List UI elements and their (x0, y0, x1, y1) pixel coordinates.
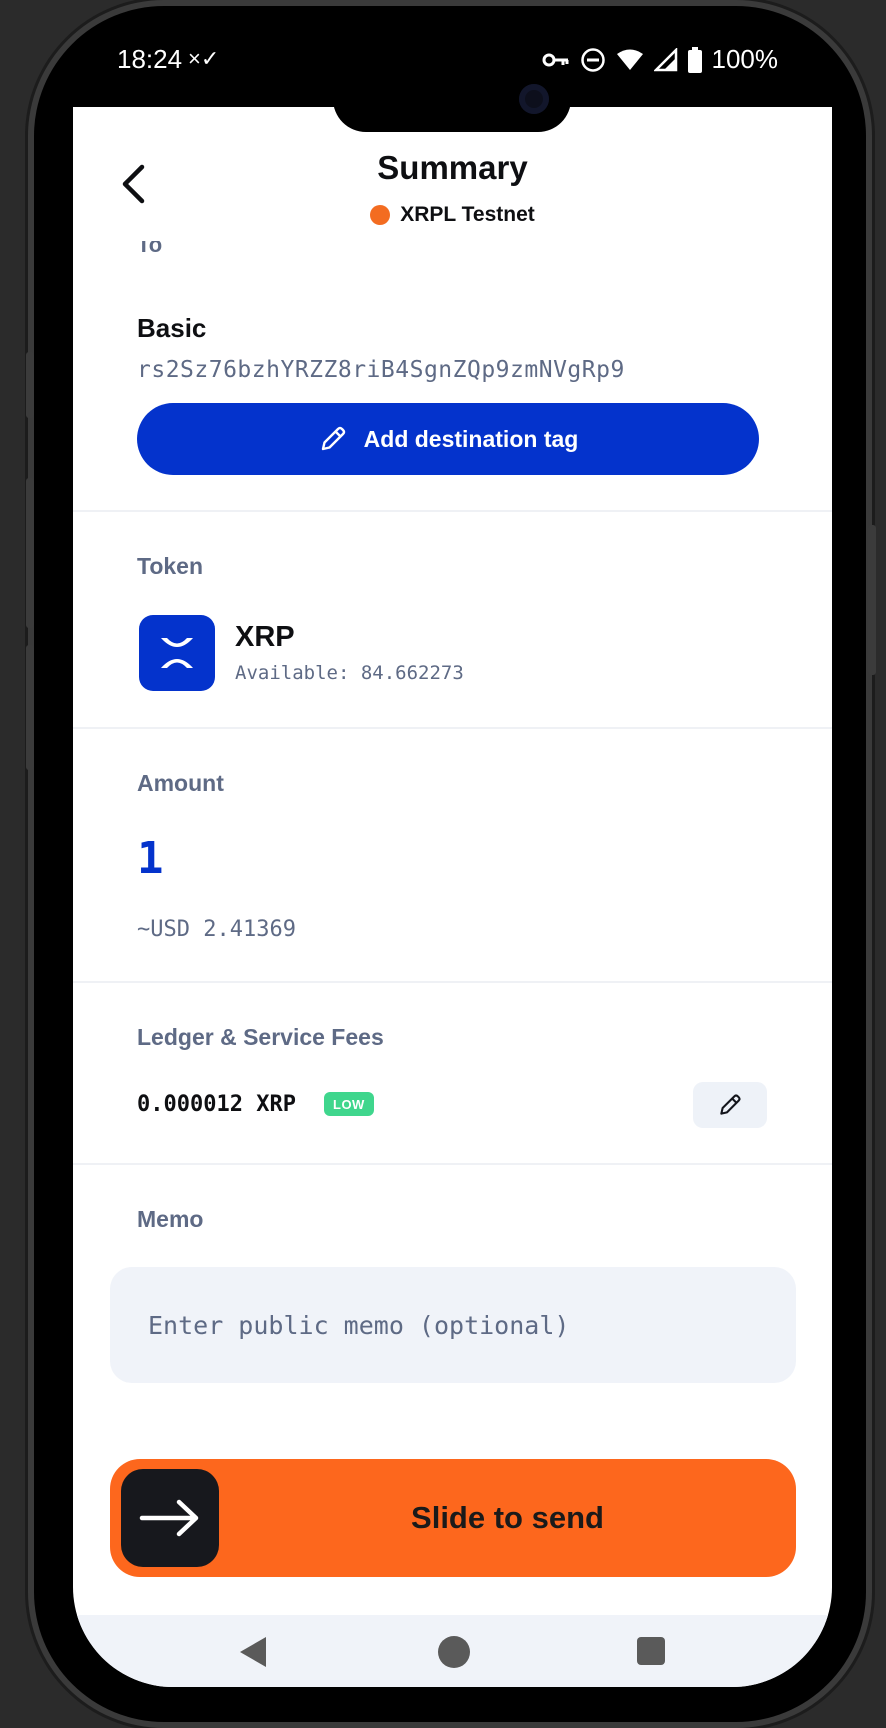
nav-home-icon[interactable] (438, 1636, 470, 1668)
amount-section-label: Amount (137, 770, 224, 796)
side-button (868, 525, 876, 675)
add-destination-tag-label: Add destination tag (363, 425, 579, 452)
arrow-right-icon (139, 1499, 199, 1537)
signal-icon (653, 47, 677, 71)
slide-to-send-label: Slide to send (411, 1500, 604, 1535)
nav-recents-icon[interactable] (637, 1637, 665, 1665)
fee-level-badge: LOW (324, 1092, 374, 1116)
divider (73, 981, 832, 983)
fees-section-label: Ledger & Service Fees (137, 1024, 384, 1050)
side-button (26, 645, 34, 770)
screen: To Basic rs2Sz76bzhYRZZ8riB4SgnZQp9zmNVg… (73, 107, 832, 1687)
status-icons: 100% (542, 44, 779, 75)
fee-value: 0.000012 XRP (137, 1092, 296, 1117)
to-section-label: To (137, 241, 162, 253)
memo-input[interactable] (110, 1267, 796, 1383)
side-button (26, 478, 34, 628)
nav-back-icon[interactable] (238, 1635, 268, 1669)
divider (73, 727, 832, 729)
xrp-logo-icon (139, 615, 215, 691)
camera-notch (333, 66, 571, 132)
side-button (26, 352, 34, 418)
pencil-icon (321, 426, 345, 451)
system-nav-bar (73, 1615, 832, 1687)
amount-fiat-value: ~USD 2.41369 (137, 917, 296, 942)
slide-to-send-track[interactable]: Slide to send (110, 1459, 796, 1577)
battery-percent: 100% (711, 44, 779, 74)
page-title: Summary (377, 149, 528, 186)
slide-to-send-handle[interactable] (121, 1469, 219, 1567)
recipient-address: rs2Sz76bzhYRZZ8riB4SgnZQp9zmNVgRp9 (137, 357, 625, 383)
key-icon (542, 53, 568, 66)
do-not-disturb-icon (580, 47, 605, 72)
wifi-icon (616, 49, 643, 70)
divider (73, 510, 832, 512)
token-available-balance: Available: 84.662273 (235, 662, 464, 684)
network-status-dot (370, 205, 391, 225)
recipient-name: Basic (137, 313, 207, 343)
notification-icons: ×✓ (188, 46, 220, 71)
camera-lens (519, 84, 549, 114)
memo-section-label: Memo (137, 1206, 204, 1232)
divider (73, 1163, 832, 1165)
network-name: XRPL Testnet (400, 203, 535, 226)
edit-fee-button[interactable] (693, 1082, 767, 1128)
amount-value: 1 (137, 833, 164, 884)
battery-icon (687, 46, 702, 73)
status-time: 18:24 (117, 44, 183, 74)
token-symbol: XRP (235, 621, 295, 653)
network-indicator: XRPL Testnet (73, 203, 832, 227)
pencil-icon (720, 1094, 741, 1115)
add-destination-tag-button[interactable]: Add destination tag (137, 403, 759, 475)
token-section-label: Token (137, 553, 204, 579)
